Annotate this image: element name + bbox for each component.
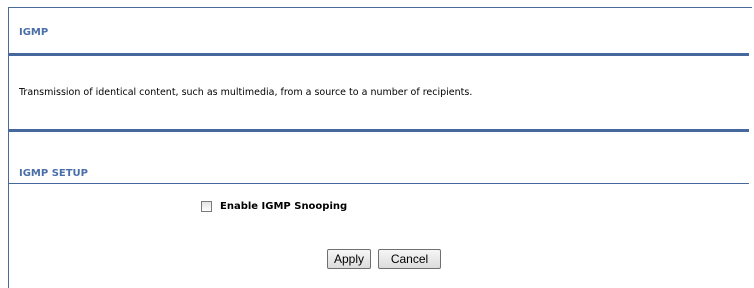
- igmp-snooping-row: Enable IGMP Snooping: [201, 201, 347, 212]
- enable-igmp-snooping-label: Enable IGMP Snooping: [220, 201, 348, 212]
- igmp-setup-title: IGMP SETUP: [19, 168, 88, 179]
- content-frame: [8, 7, 752, 288]
- setup-divider: [9, 183, 749, 184]
- enable-igmp-snooping-checkbox[interactable]: [201, 201, 212, 212]
- igmp-description: Transmission of identical content, such …: [19, 87, 473, 98]
- igmp-section-title: IGMP: [19, 27, 49, 38]
- apply-button[interactable]: Apply: [327, 249, 371, 269]
- section-divider: [9, 53, 749, 56]
- section-divider: [9, 129, 749, 132]
- cancel-button[interactable]: Cancel: [378, 249, 441, 269]
